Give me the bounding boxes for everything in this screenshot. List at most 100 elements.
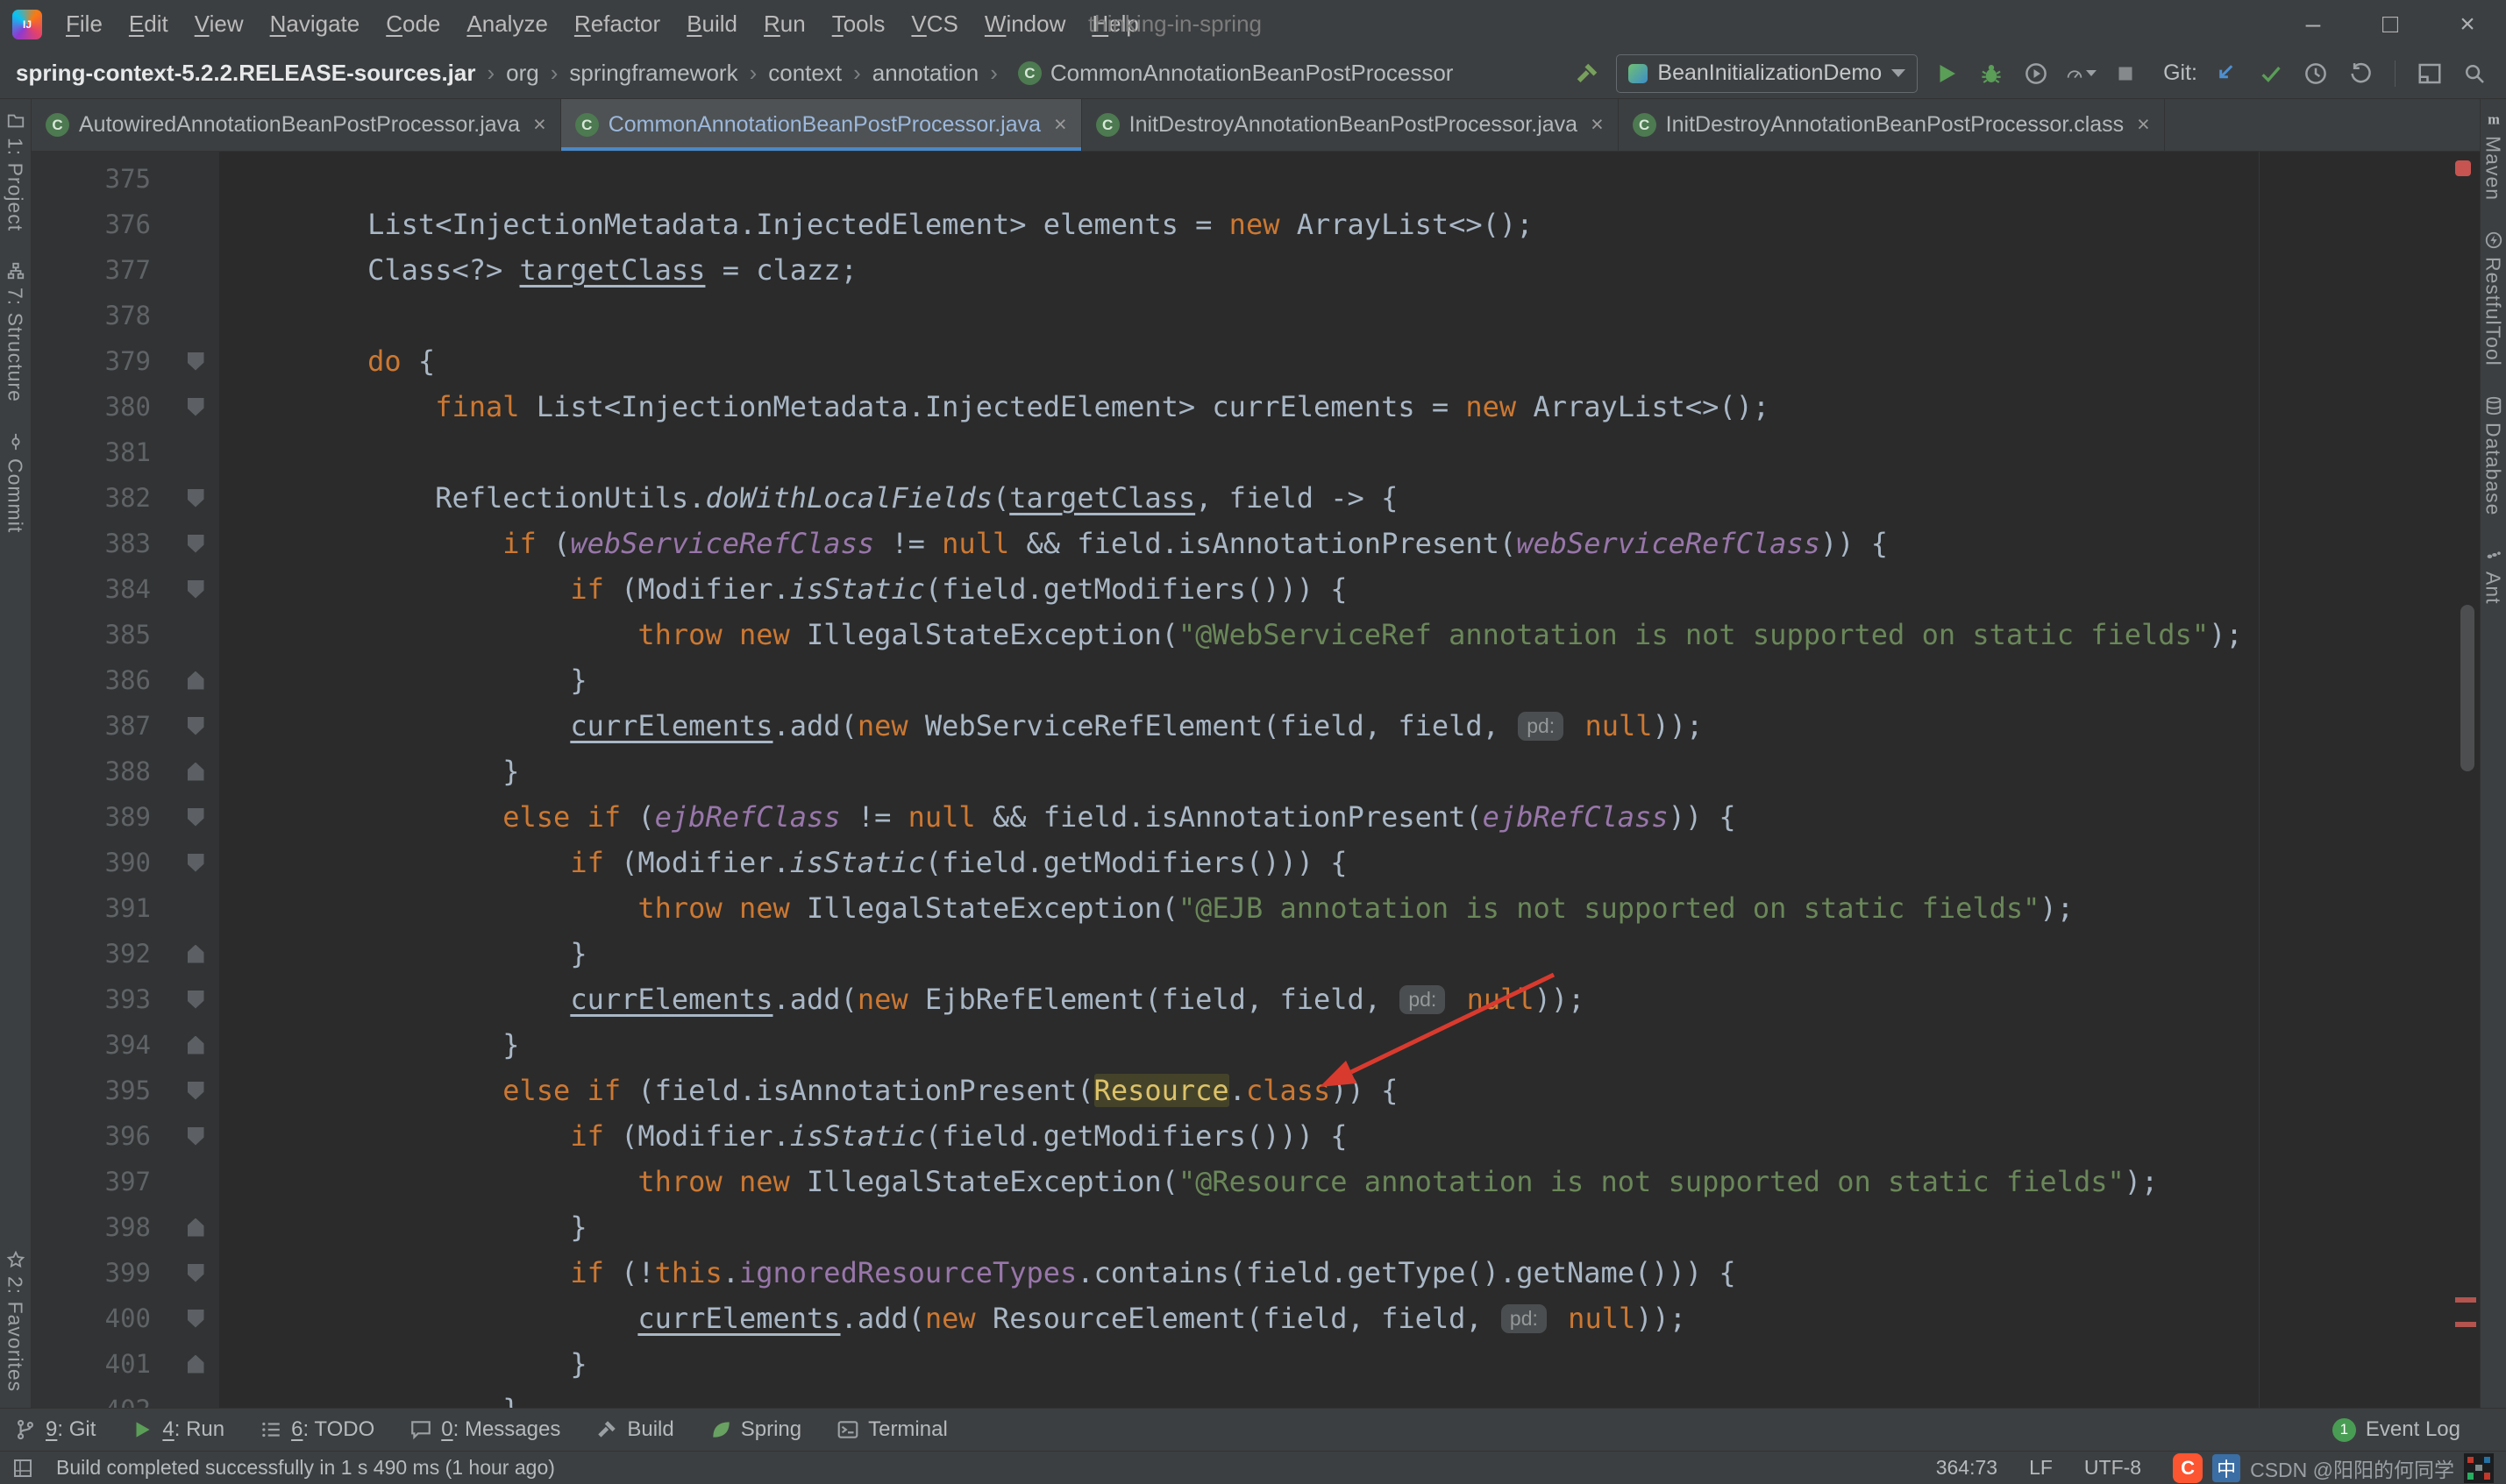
fold-marker-icon[interactable] (188, 1036, 204, 1054)
code-text[interactable]: currElements.add(new ResourceElement(fie… (219, 1296, 1686, 1341)
line-number[interactable]: 391 (32, 885, 172, 931)
line-number[interactable]: 378 (32, 293, 172, 338)
code-text[interactable]: Class<?> targetClass = clazz; (219, 247, 858, 293)
code-text[interactable]: final List<InjectionMetadata.InjectedEle… (219, 384, 1769, 430)
fold-marker-icon[interactable] (188, 854, 204, 872)
maximize-button[interactable]: □ (2352, 0, 2429, 48)
menu-item-window[interactable]: Window (972, 11, 1079, 38)
restore-layout-button[interactable] (2414, 58, 2445, 89)
code-text[interactable]: throw new IllegalStateException("@Resour… (219, 1159, 2158, 1204)
menu-item-navigate[interactable]: Navigate (257, 11, 374, 38)
line-number[interactable]: 381 (32, 430, 172, 475)
code-text[interactable]: else if (ejbRefClass != null && field.is… (219, 794, 1736, 840)
code-text[interactable]: if (Modifier.isStatic(field.getModifiers… (219, 566, 1348, 612)
gutter-cell[interactable] (172, 1082, 219, 1100)
tab-close-icon[interactable]: × (2137, 112, 2150, 138)
code-text[interactable]: throw new IllegalStateException("@WebSer… (219, 612, 2243, 657)
line-number[interactable]: 375 (32, 156, 172, 202)
line-number[interactable]: 387 (32, 703, 172, 749)
close-button[interactable]: × (2429, 0, 2506, 48)
code-text[interactable]: if (webServiceRefClass != null && field.… (219, 521, 1888, 566)
gutter-cell[interactable] (172, 580, 219, 599)
menu-item-tools[interactable]: Tools (819, 11, 899, 38)
editor-tab-autowiredannotationbeanpostprocessor-java[interactable]: CAutowiredAnnotationBeanPostProcessor.ja… (32, 99, 561, 151)
file-encoding[interactable]: UTF-8 (2084, 1456, 2141, 1480)
history-button[interactable] (2300, 58, 2332, 89)
gutter-cell[interactable] (172, 1355, 219, 1374)
toolwindow-button-database[interactable]: Database (2482, 396, 2505, 515)
code-text[interactable]: } (219, 1341, 587, 1387)
code-text[interactable]: else if (field.isAnnotationPresent(Resou… (219, 1068, 1398, 1113)
gutter-cell[interactable] (172, 1264, 219, 1282)
line-number[interactable]: 385 (32, 612, 172, 657)
line-number[interactable]: 402 (32, 1387, 172, 1408)
line-number[interactable]: 394 (32, 1022, 172, 1068)
menu-item-refactor[interactable]: Refactor (561, 11, 673, 38)
menu-item-file[interactable]: File (53, 11, 116, 38)
debug-button[interactable] (1976, 58, 2007, 89)
fold-marker-icon[interactable] (188, 489, 204, 508)
fold-marker-icon[interactable] (188, 398, 204, 416)
code-text[interactable]: if (Modifier.isStatic(field.getModifiers… (219, 1113, 1348, 1159)
editor-tab-commonannotationbeanpostprocessor-java[interactable]: CCommonAnnotationBeanPostProcessor.java× (561, 99, 1082, 151)
toolwindow-button-ant[interactable]: Ant (2482, 545, 2505, 605)
line-number[interactable]: 379 (32, 338, 172, 384)
fold-marker-icon[interactable] (188, 717, 204, 735)
line-number[interactable]: 384 (32, 566, 172, 612)
code-editor[interactable]: 375376 List<InjectionMetadata.InjectedEl… (32, 152, 2480, 1408)
tab-close-icon[interactable]: × (533, 112, 546, 138)
error-stripe-mark[interactable] (2455, 1322, 2476, 1327)
code-text[interactable]: List<InjectionMetadata.InjectedElement> … (219, 202, 1533, 247)
code-text[interactable]: currElements.add(new EjbRefElement(field… (219, 976, 1584, 1022)
fold-marker-icon[interactable] (188, 1264, 204, 1282)
caret-position[interactable]: 364:73 (1936, 1456, 1997, 1480)
menu-item-edit[interactable]: Edit (116, 11, 182, 38)
breadcrumb-item-spring-context-5-2-2-release-sources-jar[interactable]: spring-context-5.2.2.RELEASE-sources.jar (16, 60, 475, 87)
line-number[interactable]: 383 (32, 521, 172, 566)
gutter-cell[interactable] (172, 489, 219, 508)
fold-marker-icon[interactable] (188, 535, 204, 553)
breadcrumb-item-commonannotationbeanpostprocessor[interactable]: CommonAnnotationBeanPostProcessor (1050, 60, 1454, 87)
line-number[interactable]: 377 (32, 247, 172, 293)
toolwindow-button-run[interactable]: 4: Run (131, 1417, 224, 1442)
toolwindow-button-commit[interactable]: Commit (4, 432, 27, 533)
gutter-cell[interactable] (172, 535, 219, 553)
fold-marker-icon[interactable] (188, 1082, 204, 1100)
menu-item-build[interactable]: Build (673, 11, 751, 38)
fold-marker-icon[interactable] (188, 945, 204, 963)
fold-marker-icon[interactable] (188, 580, 204, 599)
search-everywhere-button[interactable] (2459, 58, 2490, 89)
code-text[interactable]: } (219, 1022, 520, 1068)
editor-scrollbar[interactable] (2460, 605, 2474, 771)
line-number[interactable]: 380 (32, 384, 172, 430)
breadcrumb-item-context[interactable]: context (768, 60, 842, 87)
toolwindow-button-messages[interactable]: 0: Messages (409, 1417, 560, 1442)
fold-marker-icon[interactable] (188, 1127, 204, 1146)
tab-close-icon[interactable]: × (1591, 112, 1604, 138)
gutter-cell[interactable] (172, 1310, 219, 1328)
code-text[interactable]: } (219, 749, 520, 794)
toolwindow-button-spring[interactable]: Spring (709, 1417, 801, 1442)
fold-marker-icon[interactable] (188, 352, 204, 371)
line-number[interactable]: 393 (32, 976, 172, 1022)
line-number[interactable]: 397 (32, 1159, 172, 1204)
fold-marker-icon[interactable] (188, 1218, 204, 1237)
fold-marker-icon[interactable] (188, 808, 204, 827)
line-number[interactable]: 382 (32, 475, 172, 521)
commit-button[interactable] (2255, 58, 2287, 89)
menu-item-code[interactable]: Code (373, 11, 453, 38)
toolwindows-icon[interactable] (12, 1458, 33, 1479)
fold-marker-icon[interactable] (188, 1355, 204, 1374)
toolwindow-button-restfultool[interactable]: RestfulTool (2482, 231, 2505, 366)
code-text[interactable]: if (Modifier.isStatic(field.getModifiers… (219, 840, 1348, 885)
gutter-cell[interactable] (172, 763, 219, 781)
code-text[interactable]: } (219, 657, 587, 703)
profiler-button[interactable] (2065, 58, 2097, 89)
code-text[interactable]: ReflectionUtils.doWithLocalFields(target… (219, 475, 1398, 521)
toolwindow-button-build[interactable]: Build (595, 1417, 673, 1442)
gutter-cell[interactable] (172, 991, 219, 1009)
code-text[interactable]: currElements.add(new WebServiceRefElemen… (219, 703, 1703, 749)
menu-item-view[interactable]: View (182, 11, 257, 38)
line-number[interactable]: 392 (32, 931, 172, 976)
error-stripe-mark[interactable] (2455, 1297, 2476, 1303)
